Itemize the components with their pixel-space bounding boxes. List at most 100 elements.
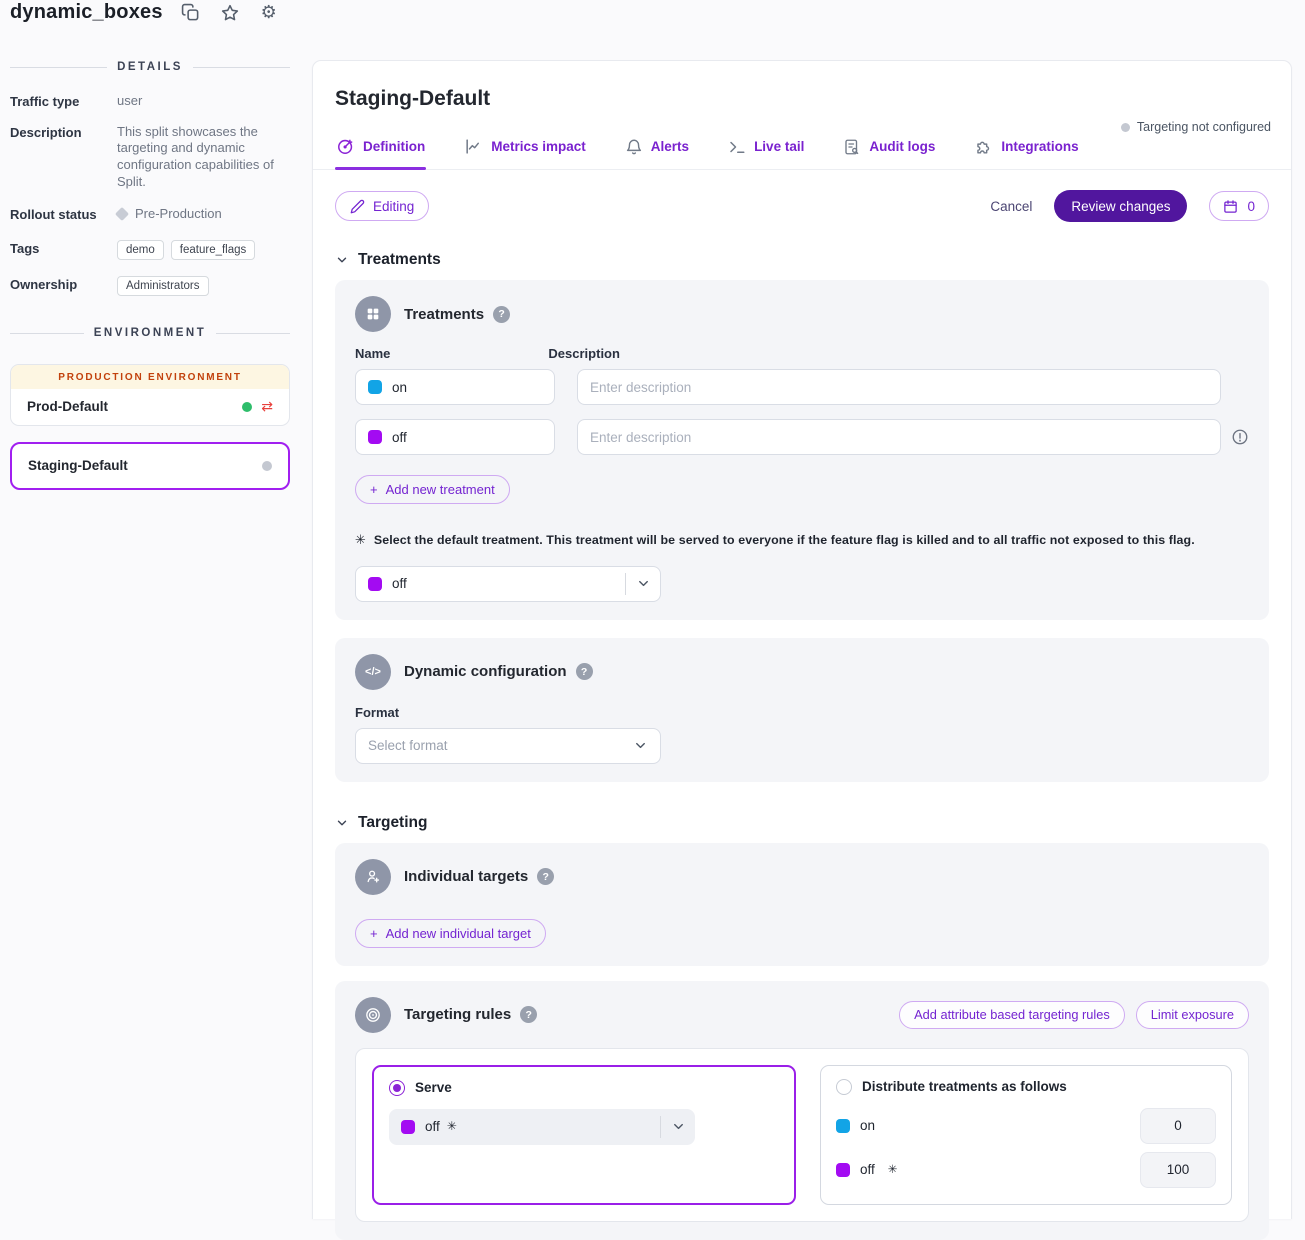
- rollout-status-row: Rollout status Pre-Production: [10, 206, 290, 222]
- distribute-label: Distribute treatments as follows: [862, 1079, 1067, 1094]
- description-label: Description: [10, 124, 117, 140]
- dynamic-configuration-help-icon[interactable]: ?: [576, 663, 593, 680]
- individual-targets-card: Individual targets ? + Add new individua…: [335, 843, 1269, 966]
- audit-log-icon: [843, 138, 861, 156]
- editing-button[interactable]: Editing: [335, 191, 429, 221]
- treatments-section-heading: Treatments: [358, 251, 441, 269]
- metrics-chart-icon: [464, 137, 483, 156]
- treatment-description-input[interactable]: [577, 369, 1221, 405]
- environment-title: Staging-Default: [335, 87, 1269, 111]
- tab-integrations[interactable]: Integrations: [973, 131, 1079, 169]
- tab-audit-logs[interactable]: Audit logs: [842, 131, 936, 169]
- copy-icon[interactable]: [180, 2, 202, 24]
- targeting-rules-title: Targeting rules: [404, 1006, 511, 1023]
- treatment-row: off: [355, 419, 1221, 455]
- treatment-color-swatch-off: [836, 1163, 850, 1177]
- rule-panel: Serve off ✳: [355, 1048, 1249, 1222]
- pencil-icon: [350, 199, 365, 214]
- owner-chip[interactable]: Administrators: [117, 276, 209, 296]
- treatments-card: Treatments ? Name Description on: [335, 280, 1269, 620]
- traffic-type-value: user: [117, 93, 290, 110]
- review-changes-button[interactable]: Review changes: [1054, 190, 1187, 222]
- targeting-section-toggle[interactable]: Targeting: [335, 814, 1269, 832]
- treatment-row: on: [355, 369, 1221, 405]
- default-asterisk-icon: ✳: [447, 1119, 457, 1133]
- info-icon[interactable]: [1231, 428, 1249, 451]
- format-select[interactable]: Select format: [355, 728, 661, 764]
- chevron-down-icon: [335, 253, 349, 267]
- treatment-name-input-on[interactable]: on: [355, 369, 555, 405]
- individual-targets-title: Individual targets: [404, 868, 528, 885]
- details-heading: DETAILS: [117, 61, 183, 73]
- targeting-rules-help-icon[interactable]: ?: [520, 1006, 537, 1023]
- treatment-color-swatch-off: [368, 430, 382, 444]
- treatments-grid-icon: [355, 296, 391, 332]
- treatments-section-toggle[interactable]: Treatments: [335, 251, 1269, 269]
- edit-toolbar: Editing Cancel Review changes 0: [335, 190, 1269, 222]
- tab-metrics-impact[interactable]: Metrics impact: [463, 131, 587, 169]
- production-environment-banner: PRODUCTION ENVIRONMENT: [11, 365, 289, 389]
- description-column-label: Description: [548, 346, 620, 361]
- add-attribute-rules-button[interactable]: Add attribute based targeting rules: [899, 1001, 1125, 1029]
- environment-divider: ENVIRONMENT: [10, 327, 290, 339]
- page: dynamic_boxes ⚙ DETAILS Traffic type use…: [0, 0, 1305, 1219]
- settings-gear-icon[interactable]: ⚙: [258, 2, 280, 24]
- details-divider: DETAILS: [10, 61, 290, 73]
- tag-chip[interactable]: demo: [117, 240, 164, 260]
- tab-definition[interactable]: Definition: [335, 131, 426, 169]
- treatment-color-swatch-off: [401, 1120, 415, 1134]
- default-asterisk-icon: ✳: [355, 533, 366, 549]
- distribution-percent-input-off[interactable]: [1140, 1152, 1216, 1188]
- targeting-section-heading: Targeting: [358, 814, 427, 832]
- person-plus-icon: [355, 859, 391, 895]
- favorite-star-icon[interactable]: [219, 2, 241, 24]
- plus-icon: +: [370, 482, 378, 497]
- rollout-status-label: Rollout status: [10, 206, 117, 222]
- name-column-label: Name: [355, 346, 390, 361]
- plus-icon: +: [370, 926, 378, 941]
- serve-treatment-select[interactable]: off ✳: [389, 1109, 695, 1145]
- targeting-status-dot: [1121, 123, 1130, 132]
- chevron-down-icon: [661, 1119, 695, 1134]
- add-new-individual-target-button[interactable]: + Add new individual target: [355, 919, 546, 948]
- description-row: Description This split showcases the tar…: [10, 124, 290, 191]
- tab-bar: Definition Metrics impact Alerts Live ta…: [313, 131, 1291, 170]
- tab-alerts[interactable]: Alerts: [624, 131, 690, 169]
- cancel-button[interactable]: Cancel: [990, 199, 1032, 214]
- environment-name-prod: Prod-Default: [27, 399, 108, 414]
- main-panel: Targeting not configured Staging-Default…: [312, 60, 1292, 1219]
- serve-option-box[interactable]: Serve off ✳: [372, 1065, 796, 1205]
- flag-header: dynamic_boxes ⚙: [10, 1, 280, 24]
- chevron-down-icon: [335, 816, 349, 830]
- tag-chip[interactable]: feature_flags: [171, 240, 256, 260]
- tab-live-tail[interactable]: Live tail: [727, 131, 805, 169]
- calendar-icon: [1223, 199, 1238, 214]
- add-new-treatment-button[interactable]: + Add new treatment: [355, 475, 510, 504]
- distribution-percent-input-on[interactable]: [1140, 1108, 1216, 1144]
- traffic-type-label: Traffic type: [10, 93, 117, 109]
- distribute-radio[interactable]: [836, 1079, 852, 1095]
- environment-card-prod[interactable]: PRODUCTION ENVIRONMENT Prod-Default ⇄: [10, 364, 290, 426]
- change-queue-button[interactable]: 0: [1209, 191, 1269, 221]
- treatment-description-input[interactable]: [577, 419, 1221, 455]
- treatments-help-icon[interactable]: ?: [493, 306, 510, 323]
- chevron-down-icon: [626, 576, 660, 591]
- environment-name-staging: Staging-Default: [28, 458, 128, 473]
- default-treatment-select[interactable]: off: [355, 566, 661, 602]
- environment-card-staging[interactable]: Staging-Default: [10, 442, 290, 490]
- targeting-status-text: Targeting not configured: [1137, 120, 1271, 134]
- rollout-diamond-icon: [115, 207, 129, 221]
- treatment-name-input-off[interactable]: off: [355, 419, 555, 455]
- limit-exposure-button[interactable]: Limit exposure: [1136, 1001, 1249, 1029]
- tags-row: Tags demo feature_flags: [10, 240, 290, 260]
- distribute-option-box[interactable]: Distribute treatments as follows on off …: [820, 1065, 1232, 1205]
- dynamic-configuration-card: </> Dynamic configuration ? Format Selec…: [335, 638, 1269, 782]
- traffic-swap-icon[interactable]: ⇄: [261, 400, 273, 414]
- serve-radio[interactable]: [389, 1080, 405, 1096]
- dynamic-configuration-title: Dynamic configuration: [404, 663, 567, 680]
- individual-targets-help-icon[interactable]: ?: [537, 868, 554, 885]
- serve-label: Serve: [415, 1080, 452, 1095]
- distribution-row: on: [836, 1108, 1216, 1144]
- ownership-label: Ownership: [10, 276, 117, 292]
- targeting-rules-card: Targeting rules ? Add attribute based ta…: [335, 981, 1269, 1240]
